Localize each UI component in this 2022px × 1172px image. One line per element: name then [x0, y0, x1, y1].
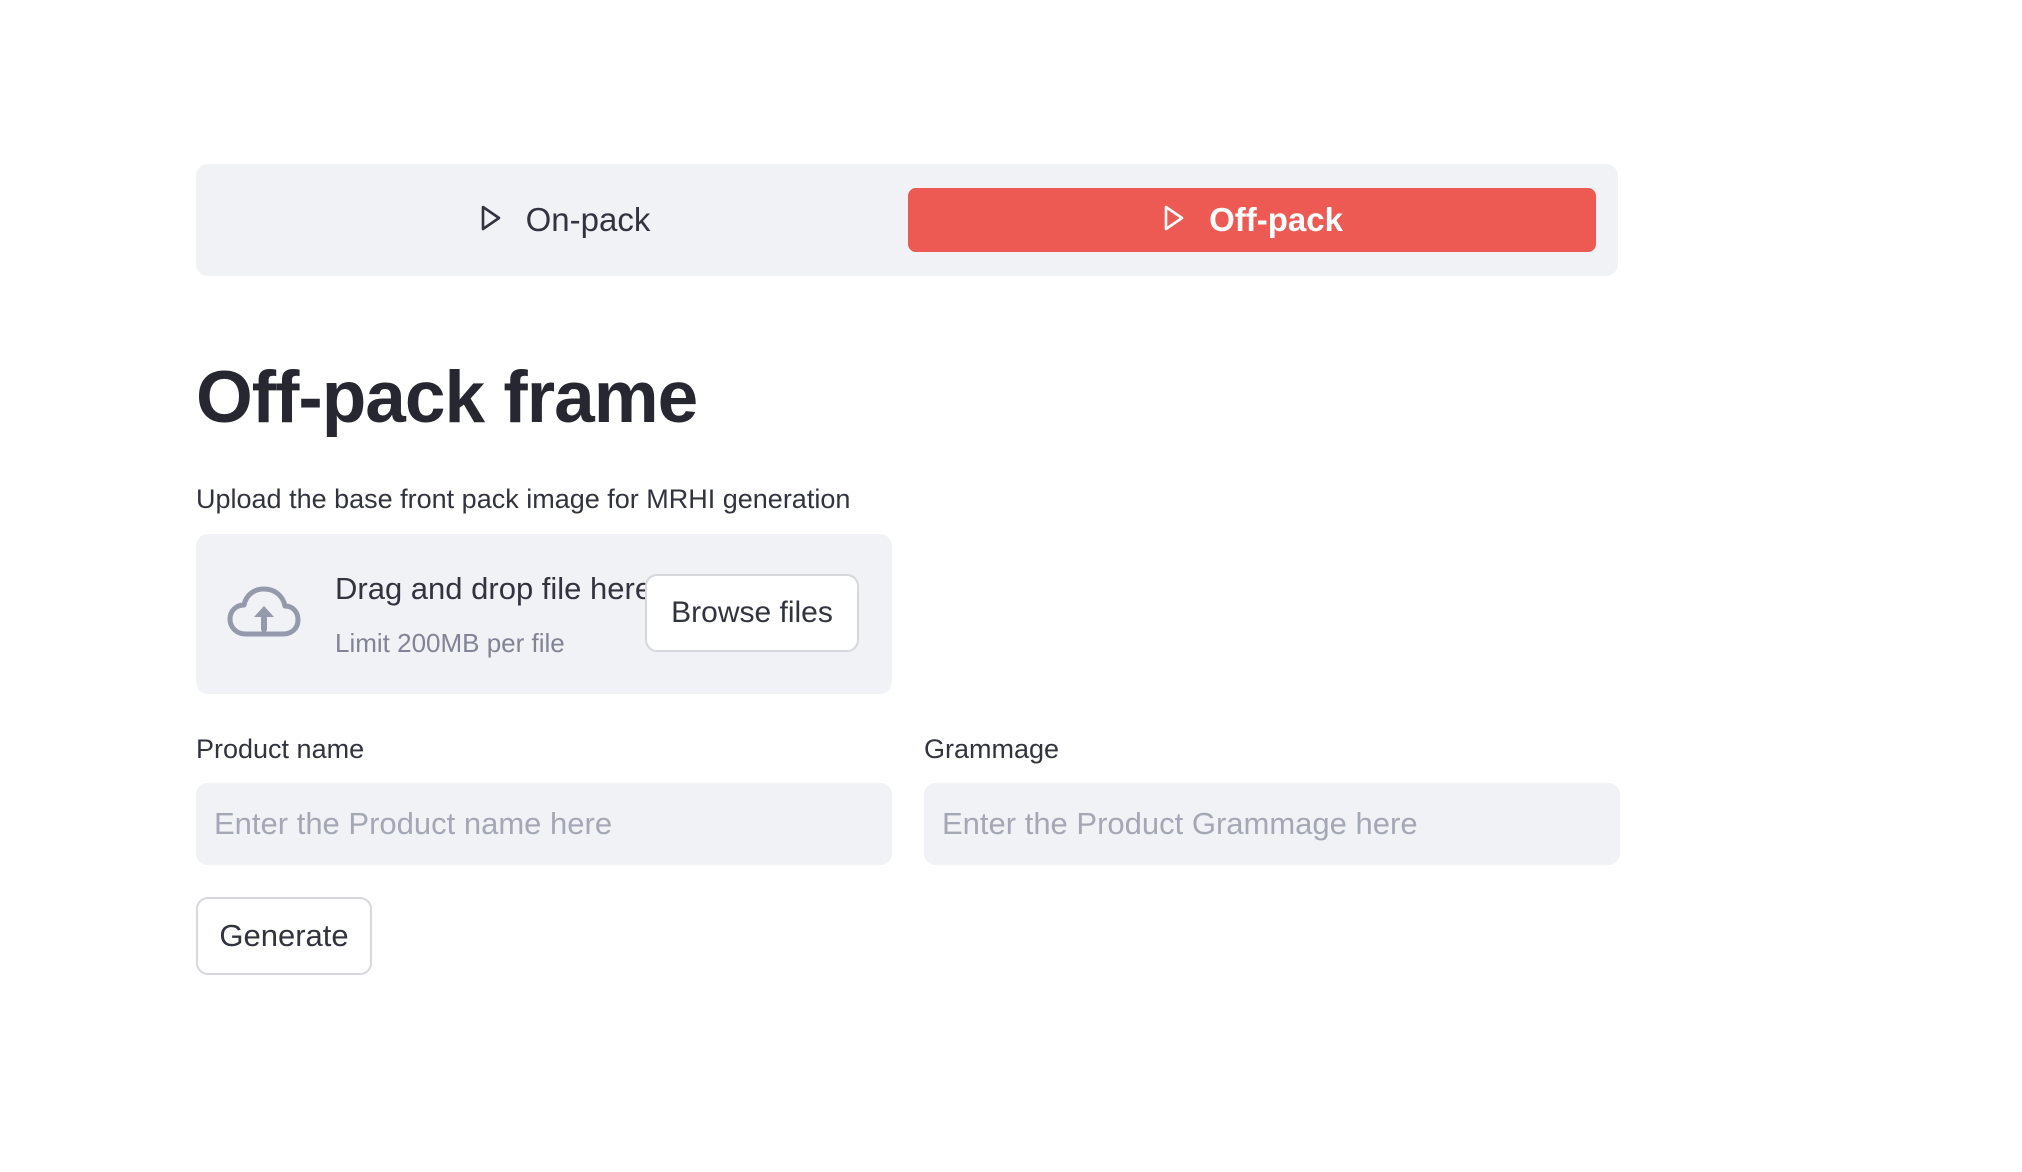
file-dropzone[interactable]: Drag and drop file here Limit 200MB per …: [196, 534, 892, 694]
nav-item-on-pack[interactable]: On-pack: [220, 188, 908, 252]
cloud-upload-icon: [226, 582, 302, 646]
browse-files-button[interactable]: Browse files: [645, 574, 859, 652]
grammage-label: Grammage: [924, 734, 1060, 764]
uploader-label: Upload the base front pack image for MRH…: [196, 484, 851, 514]
dropzone-limit-text: Limit 200MB per file: [335, 628, 565, 658]
nav-item-label: Off-pack: [1209, 201, 1343, 238]
play-outline-icon: [478, 203, 504, 238]
generate-button[interactable]: Generate: [196, 897, 372, 975]
nav-item-label: On-pack: [525, 201, 651, 238]
play-outline-icon: [1161, 203, 1187, 238]
dropzone-title: Drag and drop file here: [335, 571, 653, 606]
page-title: Off-pack frame: [196, 357, 698, 438]
product-name-label: Product name: [196, 734, 365, 764]
product-name-input[interactable]: [196, 783, 892, 865]
nav-item-off-pack[interactable]: Off-pack: [908, 188, 1596, 252]
grammage-input[interactable]: [924, 783, 1620, 865]
page-nav-bar: On-pack Off-pack: [196, 164, 1618, 276]
